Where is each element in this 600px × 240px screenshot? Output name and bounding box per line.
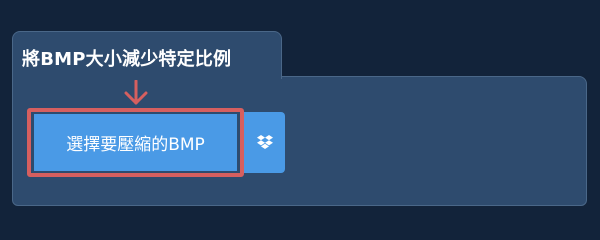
dropbox-icon [256,134,273,149]
tab-border-cover [13,75,281,78]
select-bmp-button[interactable]: 選擇要壓縮的BMP [34,114,237,171]
select-bmp-button-label: 選擇要壓縮的BMP [66,135,205,155]
arrow-down-icon [124,80,148,105]
tool-title: 將BMP大小減少特定比例 [22,49,232,70]
dropbox-button[interactable] [244,112,285,173]
tool-tab: 將BMP大小減少特定比例 [12,31,282,79]
